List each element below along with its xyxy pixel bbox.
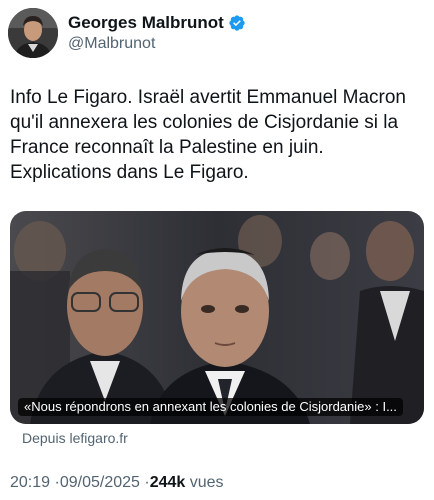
- avatar-portrait-icon: [8, 8, 58, 58]
- author-handle[interactable]: @Malbrunot: [68, 33, 246, 54]
- author-names: Georges Malbrunot @Malbrunot: [68, 12, 246, 54]
- link-card-photo: [10, 211, 424, 424]
- tweet-time[interactable]: 20:19: [10, 474, 50, 491]
- tweet-meta: 20:19 ·09/05/2025 ·244k vues: [10, 473, 224, 493]
- views-label: vues: [189, 474, 224, 491]
- link-card-caption: «Nous répondrons en annexant les colonie…: [18, 398, 403, 416]
- tweet-header: Georges Malbrunot @Malbrunot: [8, 6, 246, 60]
- views-count: 244k: [149, 474, 186, 491]
- author-name-row[interactable]: Georges Malbrunot: [68, 12, 246, 33]
- tweet-text: Info Le Figaro. Israël avertit Emmanuel …: [10, 87, 407, 183]
- verified-badge-icon: [229, 14, 245, 31]
- author-name: Georges Malbrunot: [68, 13, 224, 32]
- avatar[interactable]: [8, 8, 58, 58]
- tweet: Georges Malbrunot @Malbrunot Info Le Fig…: [0, 0, 434, 500]
- tweet-date[interactable]: 09/05/2025: [60, 474, 140, 491]
- link-card[interactable]: «Nous répondrons en annexant les colonie…: [10, 211, 424, 424]
- link-card-source[interactable]: Depuis lefigaro.fr: [22, 429, 128, 447]
